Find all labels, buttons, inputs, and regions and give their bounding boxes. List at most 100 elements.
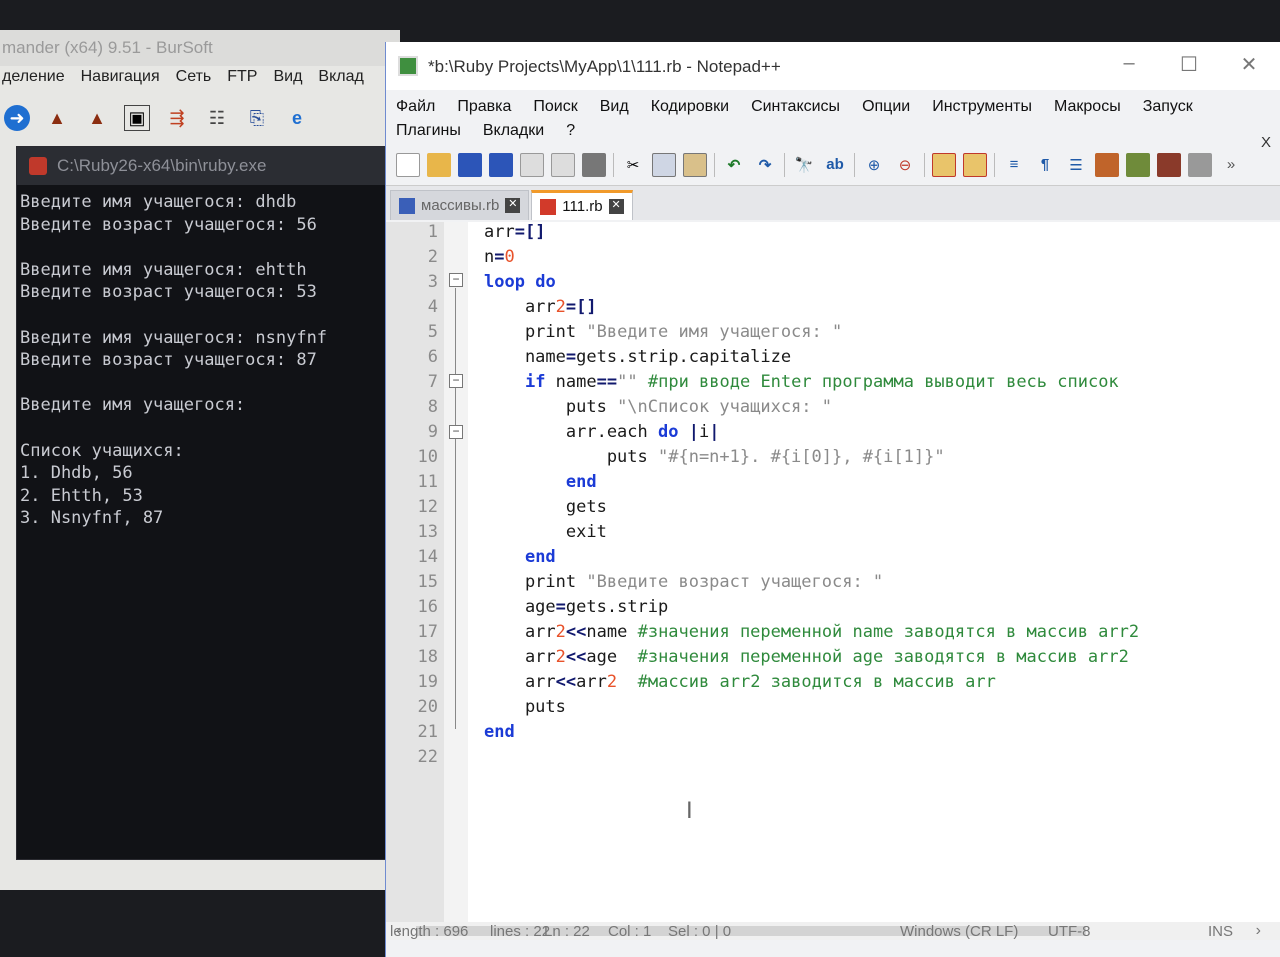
tab-massivy[interactable]: массивы.rb ✕ — [390, 190, 530, 220]
code-editor[interactable]: 1 2 3 4 5 6 7 8 9 10 11 12 13 14 15 16 17 18 19 20 21 22 − − … — [386, 222, 1280, 922]
code-line: exit — [484, 522, 607, 542]
menu-item[interactable]: Файл — [396, 96, 435, 118]
code-line: arr<<arr2 #массив arr2 заводится в масси… — [484, 672, 996, 692]
tab-close-icon[interactable]: ✕ — [505, 198, 521, 213]
sync-scroll-h-icon[interactable] — [963, 152, 987, 177]
tab-111[interactable]: 111.rb ✕ — [531, 190, 633, 220]
tc-menu-item-view[interactable]: Вид — [273, 68, 302, 94]
tc-menu-item-ftp[interactable]: FTP — [227, 68, 257, 94]
show-all-chars-icon[interactable]: ¶ — [1033, 153, 1057, 177]
unpack-icon[interactable]: ▲ — [84, 105, 110, 131]
fold-margin[interactable]: − − − — [444, 222, 468, 922]
code-line: age=gets.strip — [484, 597, 669, 617]
fold-minus-icon[interactable]: − — [449, 425, 463, 439]
tc-menu-item-navigation[interactable]: Навигация — [81, 68, 160, 94]
select-icon[interactable]: ▣ — [124, 105, 150, 131]
cut-icon[interactable]: ✂ — [621, 153, 645, 177]
save-all-icon[interactable] — [489, 152, 513, 177]
close-all-icon[interactable] — [551, 152, 575, 177]
word-wrap-icon[interactable]: ≡ — [1002, 153, 1026, 177]
tab-label: массивы.rb — [421, 197, 500, 214]
code-line: if name=="" #при вводе Enter программа в… — [524, 372, 1119, 392]
menu-item[interactable]: Вид — [600, 96, 629, 118]
find-icon[interactable]: 🔭 — [792, 153, 816, 177]
fold-line — [455, 288, 456, 729]
indent-guide-icon[interactable]: ☰ — [1064, 153, 1088, 177]
menu-item[interactable]: Опции — [862, 96, 910, 118]
tab-close-icon[interactable]: ✕ — [608, 199, 624, 214]
new-file-icon[interactable] — [396, 152, 420, 177]
tc-menu-item-network[interactable]: Сеть — [176, 68, 212, 94]
toolbar-separator — [784, 152, 785, 177]
sync-icon[interactable]: ☷ — [204, 105, 230, 131]
back-arrow-icon[interactable]: ➜ — [4, 105, 30, 131]
redo-icon[interactable]: ↷ — [753, 153, 777, 177]
menu-item[interactable]: Поиск — [533, 96, 577, 118]
status-col: Col : 1 — [608, 923, 652, 940]
menu-item[interactable]: Инструменты — [932, 96, 1032, 118]
zoom-in-icon[interactable]: ⊕ — [862, 153, 886, 177]
console-line: Введите имя учащегося: — [20, 395, 246, 416]
console-line: Введите возраст учащегося: 53 — [20, 282, 317, 303]
minimize-icon[interactable]: – — [1106, 52, 1152, 80]
maximize-icon[interactable]: ☐ — [1166, 52, 1212, 80]
menu-item[interactable]: Правка — [457, 96, 511, 118]
menu-item[interactable]: Плагины — [396, 120, 461, 142]
menu-item[interactable]: Кодировки — [651, 96, 729, 118]
function-list-icon[interactable] — [1157, 152, 1181, 177]
folder-workspace-icon[interactable] — [1188, 152, 1212, 177]
status-bar: length : 696 lines : 22 Ln : 22 Col : 1 … — [386, 923, 1280, 957]
notepadpp-window: *b:\Ruby Projects\MyApp\1\111.rb - Notep… — [385, 42, 1280, 957]
copy-icon[interactable] — [652, 152, 676, 177]
print-icon[interactable] — [582, 152, 606, 177]
rename-icon[interactable]: ⎘ — [244, 105, 270, 131]
code-line: arr=[] — [484, 222, 546, 242]
close-document-button[interactable]: X — [1261, 132, 1271, 154]
line-number: 16 — [417, 597, 438, 617]
code-line: arr2<<age #значения переменной age завод… — [484, 647, 1129, 667]
close-icon[interactable]: ✕ — [1226, 52, 1272, 80]
status-mode: INS — [1208, 923, 1234, 940]
scroll-right-icon[interactable]: › — [1256, 922, 1261, 940]
tc-menu-item-tabs[interactable]: Вклад — [318, 68, 363, 94]
menu-item[interactable]: ? — [566, 120, 575, 142]
tc-menu-bar: деление Навигация Сеть FTP Вид Вклад — [0, 68, 364, 94]
status-length: length : 696 — [390, 923, 469, 940]
toolbar-separator — [613, 152, 614, 177]
line-number: 19 — [417, 672, 438, 692]
line-number: 14 — [417, 547, 438, 567]
pack-icon[interactable]: ▲ — [44, 105, 70, 131]
lang-icon[interactable] — [1095, 152, 1119, 177]
line-number: 1 — [427, 222, 438, 242]
tc-menu-item-selection[interactable]: деление — [2, 68, 65, 94]
code-line: puts — [484, 697, 566, 717]
console-output[interactable]: Введите имя учащегося: dhdb Введите возра… — [17, 185, 389, 530]
menu-item[interactable]: Вкладки — [483, 120, 544, 142]
browser-icon[interactable]: e — [284, 105, 310, 131]
open-file-icon[interactable] — [427, 152, 451, 177]
doc-map-icon[interactable] — [1126, 152, 1150, 177]
undo-icon[interactable]: ↶ — [722, 153, 746, 177]
close-file-icon[interactable] — [520, 152, 544, 177]
toolbar-separator — [854, 152, 855, 177]
line-number: 17 — [417, 622, 438, 642]
line-number: 4 — [427, 297, 438, 317]
menu-item[interactable]: Запуск — [1143, 96, 1193, 118]
text-cursor-icon: I — [686, 797, 693, 824]
sync-scroll-v-icon[interactable] — [932, 152, 956, 177]
npp-title-bar: *b:\Ruby Projects\MyApp\1\111.rb - Notep… — [386, 42, 1280, 90]
menu-item[interactable]: Синтаксисы — [751, 96, 840, 118]
compare-icon[interactable]: ⇶ — [164, 105, 190, 131]
status-ln: Ln : 22 — [544, 923, 590, 940]
replace-icon[interactable]: ab — [823, 153, 847, 177]
overflow-chevron-icon[interactable]: » — [1219, 153, 1243, 177]
fold-minus-icon[interactable]: − — [449, 374, 463, 388]
zoom-out-icon[interactable]: ⊖ — [893, 153, 917, 177]
ruby-icon — [29, 157, 47, 175]
save-icon[interactable] — [458, 152, 482, 177]
fold-minus-icon[interactable]: − — [449, 273, 463, 287]
menu-item[interactable]: Макросы — [1054, 96, 1121, 118]
console-line: Список учащихся: — [20, 440, 184, 461]
console-line: 3. Nsnyfnf, 87 — [20, 508, 164, 529]
paste-icon[interactable] — [683, 152, 707, 177]
